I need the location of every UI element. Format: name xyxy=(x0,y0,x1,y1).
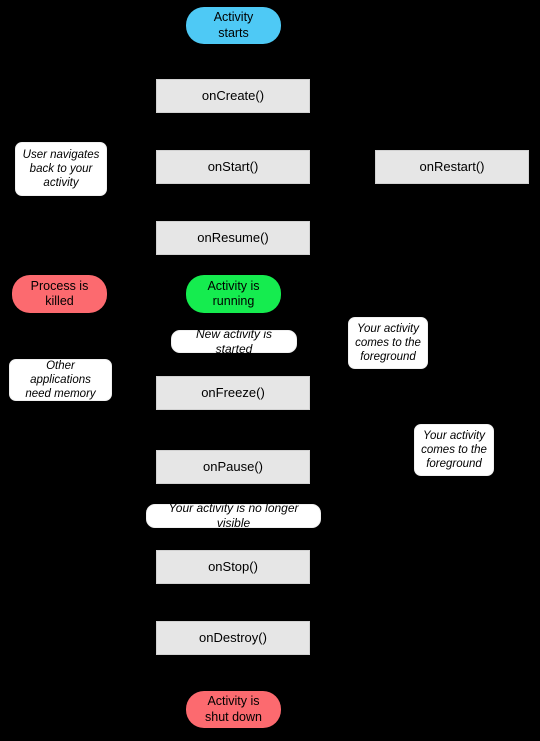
node-process-killed-line1: Process is xyxy=(30,278,89,293)
node-on-stop-label: onStop() xyxy=(208,559,258,575)
note-comes-to-foreground-lower: Your activity comes to the foreground xyxy=(414,424,494,476)
node-on-freeze-label: onFreeze() xyxy=(201,385,265,401)
node-on-stop: onStop() xyxy=(156,550,310,584)
node-activity-running-text: Activity is running xyxy=(207,279,259,310)
note-other-apps-need-memory: Other applications need memory xyxy=(9,359,112,401)
note-comes-to-foreground-lower-line3: foreground xyxy=(426,458,482,470)
note-new-activity-started: New activity is started xyxy=(171,326,297,356)
node-process-killed: Process is killed xyxy=(12,275,107,313)
note-no-longer-visible-line1: Your activity is no longer visible xyxy=(168,501,299,530)
note-new-activity-started-line1: New activity is started xyxy=(195,326,272,356)
note-comes-to-foreground-upper-text: Your activity comes to the foreground xyxy=(355,322,421,364)
note-comes-to-foreground-upper-line1: Your activity xyxy=(357,322,419,335)
node-on-destroy-label: onDestroy() xyxy=(199,630,267,646)
node-activity-running-line1: Activity is xyxy=(207,278,260,293)
node-on-pause: onPause() xyxy=(156,450,310,484)
node-on-create: onCreate() xyxy=(156,79,310,113)
node-on-resume: onResume() xyxy=(156,221,310,255)
note-user-navigates-back-text: User navigates back to your activity xyxy=(23,148,100,190)
node-on-destroy: onDestroy() xyxy=(156,621,310,655)
node-on-create-label: onCreate() xyxy=(201,88,265,104)
note-comes-to-foreground-upper-line2: comes to the xyxy=(355,336,421,349)
note-user-navigates-back-line2: back to your xyxy=(29,162,93,175)
note-comes-to-foreground-lower-text: Your activity comes to the foreground xyxy=(421,429,487,471)
node-on-start-label: onStart() xyxy=(207,159,259,175)
activity-lifecycle-diagram: Activity starts onCreate() User navigate… xyxy=(0,0,540,741)
node-activity-starts-text: Activity starts xyxy=(214,10,254,41)
node-on-resume-label: onResume() xyxy=(197,230,269,246)
node-activity-shutdown-line1: Activity is xyxy=(207,694,260,709)
note-other-apps-need-memory-text: Other applications need memory xyxy=(15,359,106,401)
node-on-start: onStart() xyxy=(156,150,310,184)
note-other-apps-need-memory-line2: need memory xyxy=(25,388,96,401)
note-comes-to-foreground-lower-line2: comes to the xyxy=(421,443,487,456)
node-on-pause-label: onPause() xyxy=(203,459,263,475)
node-activity-starts: Activity starts xyxy=(186,7,281,44)
node-activity-starts-line1: Activity xyxy=(213,10,254,25)
note-comes-to-foreground-upper: Your activity comes to the foreground xyxy=(348,317,428,369)
note-user-navigates-back-line3: activity xyxy=(43,177,79,189)
node-activity-starts-line2: starts xyxy=(218,25,249,40)
node-activity-shutdown: Activity is shut down xyxy=(186,691,281,728)
node-on-restart-label: onRestart() xyxy=(419,159,485,175)
note-no-longer-visible: Your activity is no longer visible xyxy=(146,501,321,530)
note-other-apps-need-memory-line1: Other applications xyxy=(30,359,91,386)
note-user-navigates-back-line1: User navigates xyxy=(22,148,100,161)
node-process-killed-text: Process is killed xyxy=(31,279,89,310)
note-comes-to-foreground-upper-line3: foreground xyxy=(360,351,416,363)
node-on-freeze: onFreeze() xyxy=(156,376,310,410)
node-activity-running: Activity is running xyxy=(186,275,281,313)
node-activity-shutdown-line2: shut down xyxy=(205,709,262,724)
note-comes-to-foreground-lower-line1: Your activity xyxy=(423,429,485,442)
node-activity-shutdown-text: Activity is shut down xyxy=(205,694,262,725)
node-activity-running-line2: running xyxy=(212,294,255,308)
note-user-navigates-back: User navigates back to your activity xyxy=(15,142,107,196)
node-on-restart: onRestart() xyxy=(375,150,529,184)
node-process-killed-line2: killed xyxy=(45,294,74,308)
